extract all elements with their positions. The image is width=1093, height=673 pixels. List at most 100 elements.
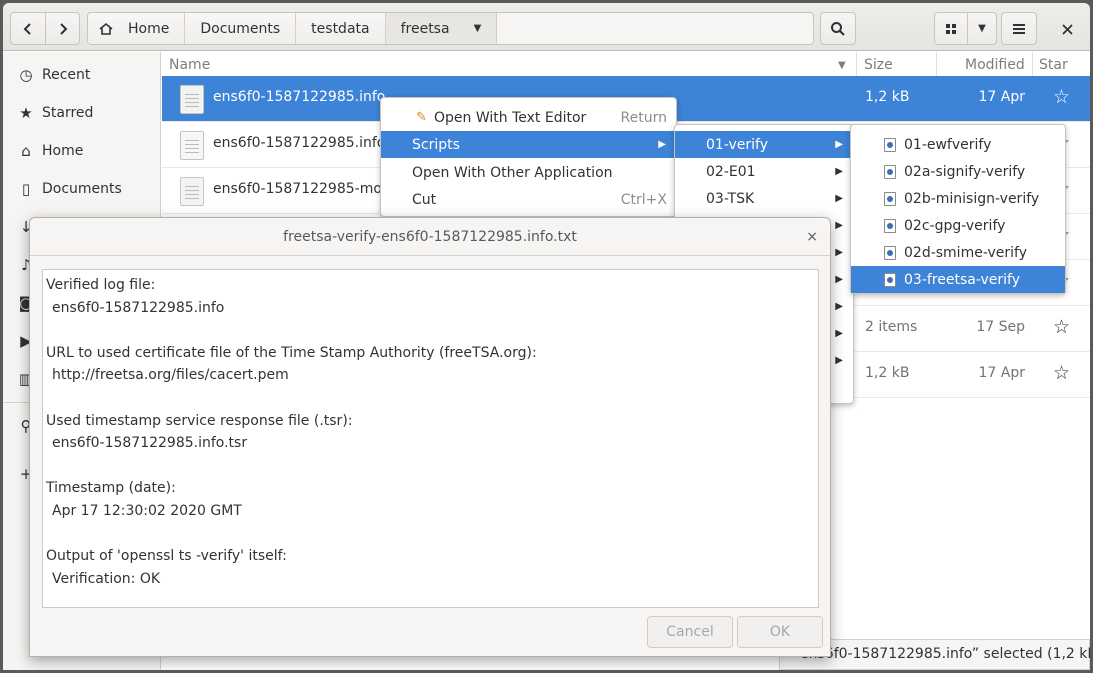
menu-item-label: 02-E01 [706, 163, 756, 180]
column-name[interactable]: Name [169, 57, 210, 73]
menu-item-03-freetsa-verify[interactable]: 03-freetsa-verify [851, 266, 1065, 293]
script-icon [884, 138, 896, 152]
view-grid-button[interactable] [934, 12, 968, 45]
column-divider [936, 52, 937, 78]
search-icon [831, 21, 845, 36]
column-header: Name ▼ Size Modified Star [162, 52, 1090, 78]
text-line: Output of 'openssl ts -verify' itself: [46, 548, 287, 565]
text-file-icon [180, 85, 204, 114]
main-menu-button[interactable] [1001, 12, 1037, 45]
menu-item-label: 02c-gpg-verify [904, 217, 1006, 234]
column-divider [1032, 52, 1033, 78]
menu-item-03-tsk[interactable]: 03-TSK ▶ [675, 185, 853, 212]
file-name: ens6f0-1587122985-modi [213, 181, 395, 197]
star-outline-icon[interactable]: ☆ [1053, 316, 1070, 338]
ok-button[interactable]: OK [737, 616, 823, 648]
view-options-button[interactable]: ▼ [967, 12, 997, 45]
crumb-label: Home [128, 20, 170, 37]
chevron-down-icon: ▼ [473, 23, 482, 34]
script-icon [884, 165, 896, 179]
column-divider [856, 52, 857, 78]
menu-item-label: 03-freetsa-verify [904, 271, 1021, 288]
forward-button[interactable] [45, 12, 80, 45]
crumb-home[interactable]: Home [88, 13, 186, 44]
crumb-label: Documents [200, 20, 281, 37]
sidebar-item-home[interactable]: ⌂ Home [17, 139, 83, 163]
home-icon: ⌂ [21, 142, 31, 160]
chevron-right-icon [59, 22, 67, 35]
sidebar-item-recent[interactable]: ◷ Recent [17, 63, 90, 87]
file-size: 1,2 kB [865, 365, 910, 381]
menu-item-cut[interactable]: Cut Ctrl+X [381, 186, 676, 213]
crumb-testdata[interactable]: testdata [296, 13, 386, 44]
menu-item-label: 03-TSK [706, 190, 755, 207]
home-icon [99, 22, 113, 35]
submenu-arrow-icon: ▶ [835, 220, 843, 231]
star-icon: ★ [19, 104, 33, 122]
text-editor-icon: ✎ [416, 110, 427, 125]
dialog-title: freetsa-verify-ens6f0-1587122985.info.tx… [30, 218, 830, 256]
submenu-arrow-icon: ▶ [835, 274, 843, 285]
file-manager-window: Home Documents testdata freetsa ▼ ▼ ◷ Re… [3, 3, 1090, 670]
menu-item-label: Cut [412, 191, 437, 208]
grid-view-icon [946, 23, 956, 34]
sidebar-item-starred[interactable]: ★ Starred [17, 101, 93, 125]
sidebar-item-label: Recent [42, 67, 91, 83]
script-icon [884, 192, 896, 206]
column-modified[interactable]: Modified [965, 57, 1025, 73]
star-outline-icon[interactable]: ☆ [1053, 362, 1070, 384]
context-menu: ✎ Open With Text Editor Return Scripts ▶… [380, 97, 677, 217]
back-button[interactable] [10, 12, 46, 45]
file-size: 2 items [865, 319, 918, 335]
menu-item-label: 01-ewfverify [904, 136, 992, 153]
file-modified: 17 Apr [978, 365, 1025, 381]
menu-item-label: Open With Text Editor [434, 109, 587, 126]
text-line: ens6f0-1587122985.info.tsr [52, 435, 248, 452]
menu-item-open-text-editor[interactable]: ✎ Open With Text Editor Return [381, 104, 676, 131]
text-line: Used timestamp service response file (.t… [46, 412, 353, 429]
search-button[interactable] [820, 12, 856, 45]
file-icon [180, 131, 204, 160]
submenu-arrow-icon: ▶ [835, 166, 843, 177]
menu-item-02-e01[interactable]: 02-E01 ▶ [675, 158, 853, 185]
menu-item-02a-signify-verify[interactable]: 02a-signify-verify [851, 158, 1065, 185]
menu-item-scripts[interactable]: Scripts ▶ [381, 131, 676, 158]
clock-icon: ◷ [19, 66, 33, 84]
menu-item-02d-smime-verify[interactable]: 02d-smime-verify [851, 239, 1065, 266]
text-line: http://freetsa.org/files/cacert.pem [52, 367, 289, 384]
path-bar: Home Documents testdata freetsa ▼ [87, 12, 814, 45]
file-name: ens6f0-1587122985.info.t [213, 135, 396, 151]
submenu-arrow-icon: ▶ [835, 328, 843, 339]
menu-item-open-other-app[interactable]: Open With Other Application [381, 159, 676, 186]
submenu-arrow-icon: ▶ [835, 355, 843, 366]
crumb-freetsa[interactable]: freetsa ▼ [385, 13, 498, 44]
submenu-arrow-icon: ▶ [658, 139, 666, 150]
menu-item-01-ewfverify[interactable]: 01-ewfverify [851, 131, 1065, 158]
dialog-text-area[interactable]: Verified log file: ens6f0-1587122985.inf… [42, 269, 819, 608]
menu-item-01-verify[interactable]: 01-verify ▶ [675, 131, 853, 158]
menu-item-02b-minisign-verify[interactable]: 02b-minisign-verify [851, 185, 1065, 212]
sort-descending-icon[interactable]: ▼ [838, 60, 846, 71]
column-size[interactable]: Size [864, 57, 893, 73]
menu-item-label: 01-verify [706, 136, 769, 153]
crumb-label: testdata [311, 20, 370, 37]
cancel-button[interactable]: Cancel [647, 616, 733, 648]
window-close-button[interactable] [1055, 17, 1079, 41]
text-line [46, 455, 818, 478]
header-bar: Home Documents testdata freetsa ▼ ▼ [3, 3, 1090, 51]
crumb-documents[interactable]: Documents [185, 13, 297, 44]
column-star[interactable]: Star [1039, 57, 1068, 73]
star-outline-icon[interactable]: ☆ [1053, 86, 1070, 108]
sidebar-item-documents[interactable]: ▯ Documents [17, 177, 122, 201]
text-line [46, 319, 818, 342]
submenu-arrow-icon: ▶ [835, 193, 843, 204]
menu-item-02c-gpg-verify[interactable]: 02c-gpg-verify [851, 212, 1065, 239]
crumb-label: freetsa [400, 20, 450, 37]
sidebar-item-label: Starred [42, 105, 94, 121]
text-line: Verification: OK [52, 570, 161, 587]
close-icon[interactable]: × [806, 218, 818, 256]
menu-item-label: Scripts [412, 136, 460, 153]
verify-submenu: 01-ewfverify 02a-signify-verify 02b-mini… [850, 124, 1066, 294]
verify-result-dialog: freetsa-verify-ens6f0-1587122985.info.tx… [29, 217, 831, 657]
chevron-down-icon: ▼ [978, 23, 986, 34]
